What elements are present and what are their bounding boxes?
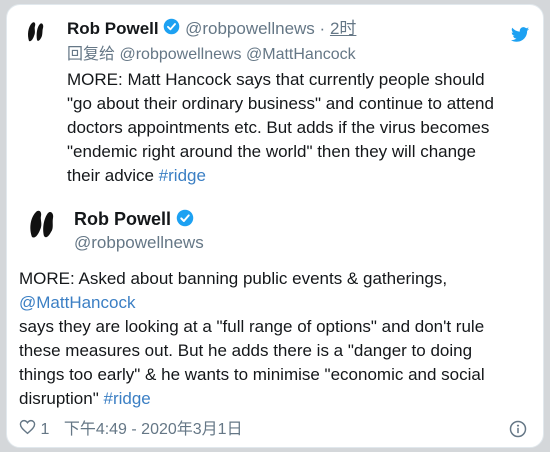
twitter-bird-icon[interactable] (511, 27, 529, 47)
reply-prefix: 回复给 (67, 46, 116, 63)
reply-context: 回复给 @robpowellnews @MattHancock (67, 45, 356, 65)
main-handle[interactable]: @robpowellnews (74, 232, 204, 254)
main-line-4: these measures out. But he adds there is… (19, 341, 473, 360)
quoted-line-5: their advice #ridge (67, 164, 494, 188)
quoted-avatar[interactable] (21, 17, 49, 45)
main-line-6-text: disruption" (19, 389, 99, 408)
quoted-tweet-text: MORE: Matt Hancock says that currently p… (67, 68, 494, 188)
quoted-header: Rob Powell @robpowellnews · 2时 (67, 18, 356, 41)
quoted-line-5-text: their advice (67, 166, 154, 185)
reply-handle-robpowellnews[interactable]: @robpowellnews (119, 46, 241, 63)
main-author-row: Rob Powell (74, 208, 194, 232)
quoted-line-1: MORE: Matt Hancock says that currently p… (67, 70, 485, 89)
main-author-name[interactable]: Rob Powell (74, 209, 171, 229)
main-line-6: disruption" #ridge (19, 387, 485, 411)
quoted-line-3: doctors appointments etc. But adds if th… (67, 118, 490, 137)
quoted-author-name[interactable]: Rob Powell (67, 19, 159, 38)
quoted-handle[interactable]: @robpowellnews (185, 19, 315, 38)
header-separator: · (319, 19, 326, 38)
reply-handle-matthancock[interactable]: @MattHancock (246, 46, 356, 63)
quoted-time[interactable]: 2时 (330, 19, 356, 38)
main-avatar[interactable] (21, 203, 61, 243)
verified-badge-icon (163, 18, 180, 41)
tweet-card: Rob Powell @robpowellnews · 2时 回复给 @robp… (6, 4, 544, 448)
main-line-3: says they are looking at a "full range o… (19, 317, 485, 336)
tweet-timestamp[interactable]: 下午4:49 - 2020年3月1日 (64, 421, 243, 438)
main-line-5: things too early" & he wants to minimise… (19, 365, 485, 384)
quoted-line-4: "endemic right around the world" then th… (67, 142, 476, 161)
quoted-hashtag-link[interactable]: #ridge (159, 166, 206, 185)
heart-icon[interactable] (19, 419, 36, 441)
main-tweet-text: MORE: Asked about banning public events … (19, 267, 485, 411)
quoted-line-2: "go about their ordinary business" and c… (67, 94, 494, 113)
main-mention-link[interactable]: @MattHancock (19, 291, 485, 315)
tweet-footer: 1 下午4:49 - 2020年3月1日 (19, 419, 243, 441)
like-count: 1 (40, 421, 50, 439)
info-icon[interactable] (509, 420, 527, 443)
main-line-1: MORE: Asked about banning public events … (19, 269, 448, 288)
main-hashtag-link[interactable]: #ridge (103, 389, 150, 408)
verified-badge-icon (176, 209, 194, 232)
